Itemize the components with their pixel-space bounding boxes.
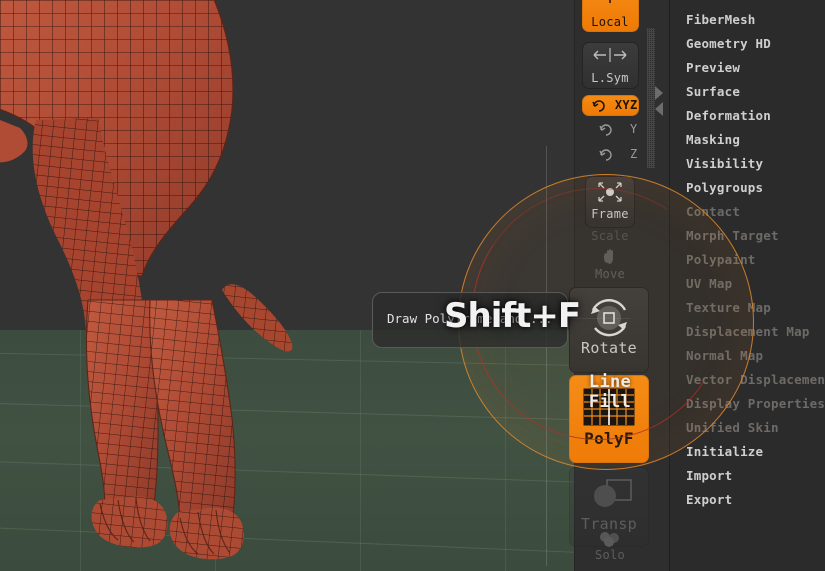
3d-viewport[interactable]: [0, 0, 574, 571]
menu-item-visibility[interactable]: Visibility: [670, 152, 825, 176]
lsym-button[interactable]: L.Sym: [582, 42, 639, 89]
menu-item-export[interactable]: Export: [670, 488, 825, 512]
polyframe-button-label: PolyF: [570, 432, 648, 445]
scale-button-label: Scale: [583, 230, 638, 243]
right-toolbar: Local L.Sym XYZ: [574, 0, 669, 571]
rotate-y-label: Y: [630, 123, 638, 136]
menu-item-deformation[interactable]: Deformation: [670, 104, 825, 128]
menu-item-surface[interactable]: Surface: [670, 80, 825, 104]
polyframe-button[interactable]: PolyF Line Fill: [569, 375, 649, 463]
menu-item-geometry-hd[interactable]: Geometry HD: [670, 32, 825, 56]
rotate-xyz-icon: [591, 98, 606, 113]
model-paw-front: [92, 496, 168, 548]
rotate-y-icon: [598, 122, 613, 137]
model-paw-back: [170, 508, 244, 560]
local-button[interactable]: Local: [582, 0, 639, 32]
zbrush-window: Local L.Sym XYZ: [0, 0, 825, 571]
rotate-button-label: Rotate: [570, 342, 648, 355]
menu-item-morph-target[interactable]: Morph Target: [670, 224, 825, 248]
move-button[interactable]: Move: [582, 244, 639, 285]
solo-button[interactable]: Solo: [582, 527, 639, 566]
hotkey-overlay: Shift+F: [444, 296, 580, 336]
tool-menu-panel: FiberMesh Geometry HD Preview Surface De…: [669, 0, 825, 571]
chevron-left-icon[interactable]: [655, 102, 663, 116]
menu-item-vector-displacement-map[interactable]: Vector Displacement Map: [670, 368, 825, 392]
wireframe-model: [0, 0, 574, 571]
frame-button-label: Frame: [586, 208, 634, 221]
move-button-label: Move: [583, 268, 638, 281]
model-leg-back: [150, 300, 235, 524]
xyz-button[interactable]: XYZ: [582, 95, 639, 116]
model-leg-front: [86, 300, 158, 520]
rotate-button[interactable]: Rotate: [569, 287, 649, 373]
menu-item-import[interactable]: Import: [670, 464, 825, 488]
menu-item-uv-map[interactable]: UV Map: [670, 272, 825, 296]
rotate-z-icon: [598, 147, 613, 162]
panel-scroll-rail[interactable]: [647, 28, 655, 168]
menu-item-normal-map[interactable]: Normal Map: [670, 344, 825, 368]
frame-icon: [586, 180, 634, 208]
local-symmetry-icon: [583, 46, 638, 72]
rotate-z-label: Z: [630, 148, 638, 161]
frame-button[interactable]: Frame: [585, 176, 635, 228]
solo-button-label: Solo: [583, 549, 638, 562]
menu-item-fibermesh[interactable]: FiberMesh: [670, 8, 825, 32]
menu-item-masking[interactable]: Masking: [670, 128, 825, 152]
rotate-y-button[interactable]: Y: [582, 118, 639, 141]
menu-item-initialize[interactable]: Initialize: [670, 440, 825, 464]
menu-item-texture-map[interactable]: Texture Map: [670, 296, 825, 320]
menu-item-polypaint[interactable]: Polypaint: [670, 248, 825, 272]
local-axis-icon: [583, 0, 638, 16]
menu-item-preview[interactable]: Preview: [670, 56, 825, 80]
transparency-icon: [570, 476, 648, 518]
solo-spheres-icon: [583, 531, 638, 549]
chevron-right-icon[interactable]: [655, 86, 663, 100]
menu-item-display-properties[interactable]: Display Properties: [670, 392, 825, 416]
xyz-button-label: XYZ: [615, 99, 638, 112]
move-hand-icon: [583, 248, 638, 268]
menu-item-unified-skin[interactable]: Unified Skin: [670, 416, 825, 440]
rotate-icon: [570, 296, 648, 342]
lsym-button-label: L.Sym: [583, 72, 638, 85]
menu-item-displacement-map[interactable]: Displacement Map: [670, 320, 825, 344]
rotate-z-button[interactable]: Z: [582, 143, 639, 166]
menu-item-polygroups[interactable]: Polygroups: [670, 176, 825, 200]
line-fill-overlay-label: Line Fill: [568, 372, 652, 412]
local-button-label: Local: [583, 16, 638, 29]
menu-item-contact[interactable]: Contact: [670, 200, 825, 224]
